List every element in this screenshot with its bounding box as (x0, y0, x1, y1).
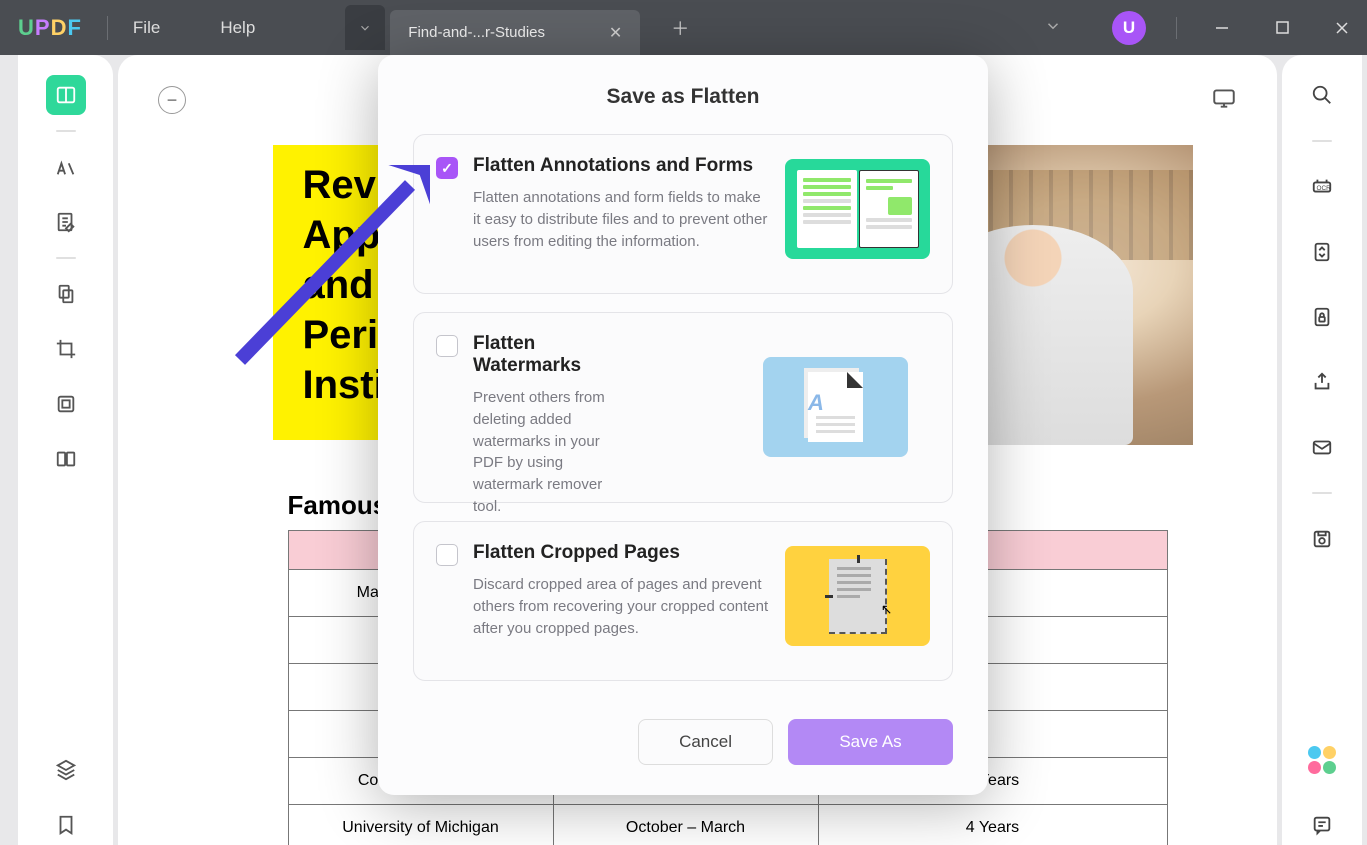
organize-pages-button[interactable] (46, 274, 86, 314)
option-flatten-cropped[interactable]: Flatten Cropped Pages Discard cropped ar… (413, 521, 953, 681)
table-row: University of MichiganOctober – March4 Y… (288, 805, 1167, 845)
checkbox-flatten-watermarks[interactable] (436, 335, 458, 357)
illustration-crop-icon: ↖ (785, 546, 930, 646)
menu-file[interactable]: File (133, 18, 160, 38)
email-button[interactable] (1302, 427, 1342, 467)
divider (56, 257, 76, 259)
checkbox-flatten-annotations[interactable] (436, 157, 458, 179)
reader-mode-button[interactable] (46, 75, 86, 115)
convert-button[interactable] (1302, 232, 1342, 272)
ai-assistant-button[interactable] (1302, 740, 1342, 780)
crop-tool-button[interactable] (46, 329, 86, 369)
app-logo: UPDF (18, 15, 82, 41)
protect-button[interactable] (1302, 297, 1342, 337)
option-description: Flatten annotations and form fields to m… (473, 187, 770, 252)
user-avatar[interactable]: U (1112, 11, 1146, 45)
option-description: Discard cropped area of pages and preven… (473, 574, 770, 639)
chevron-down-icon[interactable] (1044, 17, 1062, 38)
window-minimize-button[interactable] (1207, 13, 1237, 43)
illustration-watermark-icon: A (763, 357, 908, 457)
option-title: Flatten Annotations and Forms (473, 155, 770, 177)
option-flatten-annotations[interactable]: Flatten Annotations and Forms Flatten an… (413, 134, 953, 294)
ocr-button[interactable]: OCR (1302, 167, 1342, 207)
edit-tool-button[interactable] (46, 202, 86, 242)
presentation-button[interactable] (1211, 85, 1237, 116)
dialog-actions: Cancel Save As (413, 699, 953, 765)
save-flatten-dialog: Save as Flatten Flatten Annotations and … (378, 55, 988, 795)
left-sidebar (18, 55, 113, 845)
dialog-title: Save as Flatten (413, 85, 953, 109)
menu-help[interactable]: Help (220, 18, 255, 38)
divider (1312, 492, 1332, 494)
share-button[interactable] (1302, 362, 1342, 402)
watermark-tool-button[interactable] (46, 384, 86, 424)
checkbox-flatten-cropped[interactable] (436, 544, 458, 566)
tab-home-button[interactable] (345, 5, 385, 50)
tabs: Find-and-...r-Studies ✕ ＋ (345, 0, 695, 55)
tab-title: Find-and-...r-Studies (408, 24, 579, 41)
option-flatten-watermarks[interactable]: Flatten Watermarks Prevent others from d… (413, 312, 953, 503)
new-tab-button[interactable]: ＋ (665, 13, 695, 43)
option-description: Prevent others from deleting added water… (473, 387, 610, 518)
bookmark-button[interactable] (46, 805, 86, 845)
save-button[interactable] (1302, 519, 1342, 559)
window-close-button[interactable] (1327, 13, 1357, 43)
tab-current[interactable]: Find-and-...r-Studies ✕ (390, 10, 640, 55)
comment-tool-button[interactable] (46, 147, 86, 187)
illustration-annotations-icon (785, 159, 930, 259)
window-maximize-button[interactable] (1267, 13, 1297, 43)
divider (1176, 17, 1177, 39)
divider (56, 130, 76, 132)
search-button[interactable] (1302, 75, 1342, 115)
cancel-button[interactable]: Cancel (638, 719, 773, 765)
option-title: Flatten Watermarks (473, 333, 610, 377)
tab-close-icon[interactable]: ✕ (609, 23, 622, 43)
window-controls: U (1044, 11, 1357, 45)
zoom-out-button[interactable]: − (158, 86, 186, 114)
notes-button[interactable] (1302, 805, 1342, 845)
divider (1312, 140, 1332, 142)
svg-text:OCR: OCR (1317, 185, 1332, 192)
titlebar: UPDF File Help Find-and-...r-Studies ✕ ＋… (0, 0, 1367, 55)
layers-button[interactable] (46, 750, 86, 790)
save-as-button[interactable]: Save As (788, 719, 953, 765)
option-title: Flatten Cropped Pages (473, 542, 770, 564)
right-sidebar: OCR (1282, 55, 1362, 845)
divider (107, 16, 108, 40)
compare-tool-button[interactable] (46, 439, 86, 479)
